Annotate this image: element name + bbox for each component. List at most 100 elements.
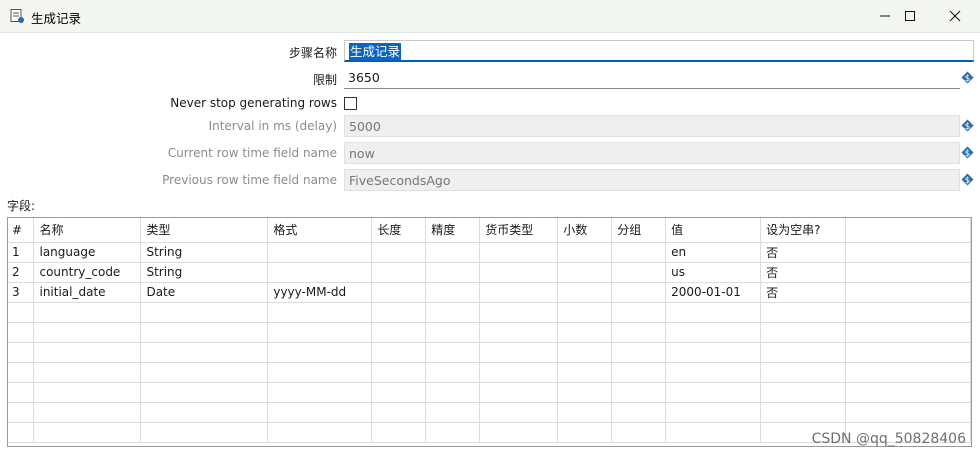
step-name-input[interactable]: 生成记录 <box>344 40 974 62</box>
cell-type[interactable]: String <box>140 242 269 263</box>
cell-precision[interactable] <box>425 242 481 263</box>
column-header-index[interactable]: # <box>8 218 35 243</box>
empty-cell[interactable] <box>371 382 427 403</box>
empty-cell[interactable] <box>33 402 142 423</box>
empty-cell[interactable] <box>760 322 847 343</box>
empty-cell[interactable] <box>425 402 481 423</box>
empty-cell[interactable] <box>140 322 269 343</box>
empty-cell[interactable] <box>665 402 762 423</box>
empty-cell[interactable] <box>760 362 847 383</box>
cell-precision[interactable] <box>425 262 481 283</box>
empty-cell[interactable] <box>140 402 269 423</box>
cell-currency[interactable] <box>479 242 559 263</box>
empty-cell[interactable] <box>665 382 762 403</box>
empty-table-row[interactable] <box>8 302 971 323</box>
empty-cell[interactable] <box>557 362 613 383</box>
cell-length[interactable] <box>371 282 427 303</box>
empty-cell[interactable] <box>267 382 373 403</box>
empty-cell[interactable] <box>33 342 142 363</box>
empty-cell[interactable] <box>8 362 35 383</box>
empty-cell[interactable] <box>611 342 667 363</box>
empty-cell[interactable] <box>479 302 559 323</box>
empty-cell[interactable] <box>8 302 35 323</box>
empty-cell[interactable] <box>760 342 847 363</box>
empty-table-row[interactable] <box>8 322 971 343</box>
column-header-format[interactable]: 格式 <box>267 218 373 243</box>
empty-cell[interactable] <box>33 322 142 343</box>
empty-cell[interactable] <box>8 402 35 423</box>
empty-cell[interactable] <box>371 342 427 363</box>
cell-index[interactable]: 2 <box>8 262 35 283</box>
empty-cell[interactable] <box>479 362 559 383</box>
cell-length[interactable] <box>371 262 427 283</box>
empty-cell[interactable] <box>479 382 559 403</box>
empty-cell[interactable] <box>760 302 847 323</box>
empty-cell[interactable] <box>267 402 373 423</box>
empty-cell[interactable] <box>8 422 35 443</box>
empty-cell[interactable] <box>267 422 373 443</box>
never-stop-checkbox[interactable] <box>344 97 357 110</box>
empty-cell[interactable] <box>425 362 481 383</box>
empty-cell[interactable] <box>267 322 373 343</box>
empty-cell[interactable] <box>611 402 667 423</box>
empty-cell[interactable] <box>371 402 427 423</box>
empty-cell[interactable] <box>611 322 667 343</box>
maximize-button[interactable] <box>887 0 933 32</box>
cell-index[interactable]: 3 <box>8 282 35 303</box>
empty-cell[interactable] <box>33 382 142 403</box>
cell-type[interactable]: String <box>140 262 269 283</box>
cell-index[interactable]: 1 <box>8 242 35 263</box>
empty-cell[interactable] <box>760 382 847 403</box>
table-row[interactable]: 2 country_code String us 否 <box>8 262 971 283</box>
column-header-name[interactable]: 名称 <box>33 218 142 243</box>
cell-type[interactable]: Date <box>140 282 269 303</box>
cell-decimal[interactable] <box>557 262 613 283</box>
cell-group[interactable] <box>611 282 667 303</box>
column-header-type[interactable]: 类型 <box>140 218 269 243</box>
cell-format[interactable]: yyyy-MM-dd <box>267 282 373 303</box>
cell-format[interactable] <box>267 242 373 263</box>
empty-cell[interactable] <box>557 322 613 343</box>
empty-cell[interactable] <box>267 362 373 383</box>
limit-input[interactable]: 3650 <box>344 67 960 89</box>
empty-cell[interactable] <box>557 422 613 443</box>
current-time-input[interactable]: now <box>344 142 960 164</box>
empty-cell[interactable] <box>479 322 559 343</box>
empty-table-row[interactable] <box>8 402 971 423</box>
empty-cell[interactable] <box>557 302 613 323</box>
cell-set-empty[interactable]: 否 <box>760 242 847 263</box>
cell-name[interactable]: initial_date <box>33 282 142 303</box>
empty-cell[interactable] <box>425 422 481 443</box>
empty-cell[interactable] <box>479 402 559 423</box>
cell-format[interactable] <box>267 262 373 283</box>
cell-currency[interactable] <box>479 262 559 283</box>
previous-time-input[interactable]: FiveSecondsAgo <box>344 169 960 191</box>
empty-cell[interactable] <box>479 342 559 363</box>
empty-table-row[interactable] <box>8 362 971 383</box>
column-header-group[interactable]: 分组 <box>611 218 667 243</box>
dollar-variable-icon[interactable]: $ <box>961 173 974 186</box>
empty-cell[interactable] <box>479 422 559 443</box>
cell-decimal[interactable] <box>557 282 613 303</box>
cell-group[interactable] <box>611 262 667 283</box>
interval-input[interactable]: 5000 <box>344 115 960 137</box>
fields-table[interactable]: # 名称 类型 格式 长度 精度 货币类型 小数 分组 值 设为空串? 1 lan… <box>7 217 972 447</box>
table-row[interactable]: 1 language String en 否 <box>8 242 971 263</box>
empty-cell[interactable] <box>267 302 373 323</box>
empty-cell[interactable] <box>140 422 269 443</box>
empty-table-row[interactable] <box>8 382 971 403</box>
empty-cell[interactable] <box>611 382 667 403</box>
empty-cell[interactable] <box>140 302 269 323</box>
cell-value[interactable]: us <box>665 262 762 283</box>
dollar-variable-icon[interactable]: $ <box>961 119 974 132</box>
cell-group[interactable] <box>611 242 667 263</box>
empty-cell[interactable] <box>371 302 427 323</box>
table-row[interactable]: 3 initial_date Date yyyy-MM-dd 2000-01-01 否 <box>8 282 971 303</box>
column-header-precision[interactable]: 精度 <box>425 218 481 243</box>
empty-cell[interactable] <box>611 422 667 443</box>
cell-set-empty[interactable]: 否 <box>760 282 847 303</box>
dollar-variable-icon[interactable]: $ <box>961 71 974 84</box>
empty-cell[interactable] <box>33 422 142 443</box>
cell-decimal[interactable] <box>557 242 613 263</box>
empty-cell[interactable] <box>665 342 762 363</box>
